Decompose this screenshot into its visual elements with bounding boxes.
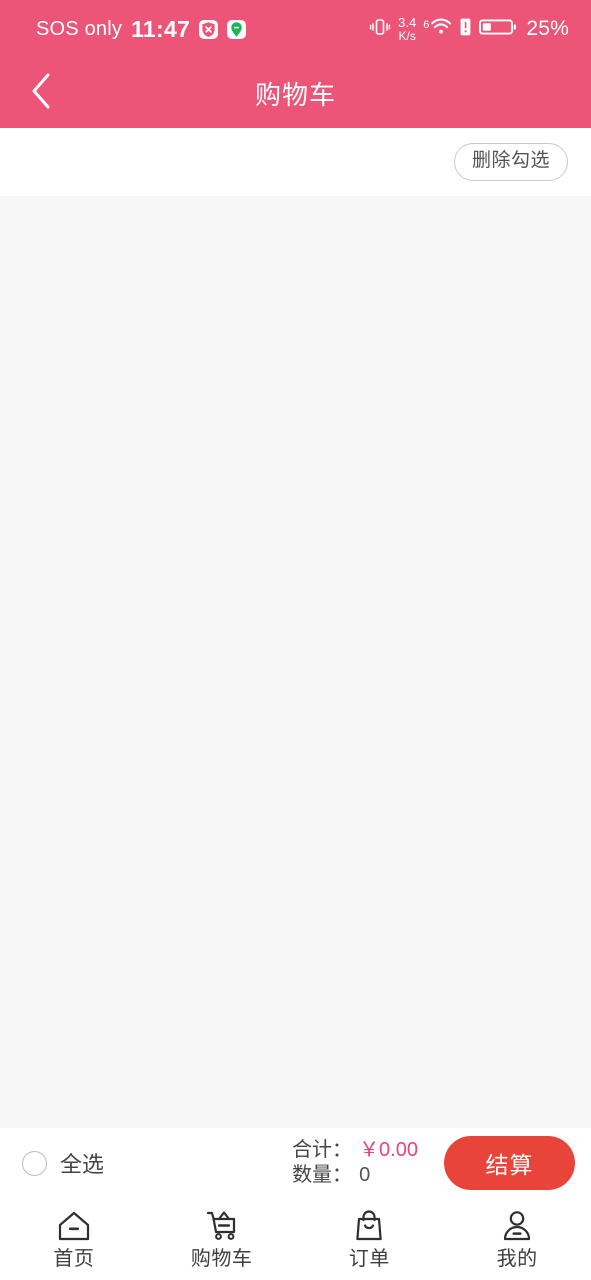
cart-toolbar: 删除勾选 [0,128,591,196]
bag-icon [351,1209,387,1243]
wifi-icon [430,18,452,41]
network-speed-indicator: 3.4 K/s [398,15,417,43]
shield-x-icon [199,19,219,39]
carrier-label: SOS only [36,17,123,40]
status-clock: 11:47 [131,15,191,42]
select-all-checkbox[interactable] [22,1150,47,1176]
chevron-left-icon [28,71,54,116]
network-speed-value: 3.4 [398,15,417,31]
signal-alert-icon [459,17,472,42]
total-value: ￥0.00 [359,1139,418,1161]
battery-icon [479,17,517,42]
status-bar-left: SOS only 11:47 [36,15,247,43]
bottom-navigation: 首页 购物车 订单 我的 [0,1198,591,1280]
battery-percent-label: 25% [526,17,569,40]
network-speed-unit: K/s [398,28,416,43]
nav-item-orders[interactable]: 订单 [296,1198,444,1280]
nav-label-orders: 订单 [348,1248,390,1270]
wifi-generation-label: 6 [423,18,430,31]
totals-block: 合计： ￥0.00 数量： 0 [292,1138,418,1188]
nav-item-profile[interactable]: 我的 [443,1198,591,1280]
cart-icon [204,1209,240,1243]
location-pin-icon [227,19,247,39]
page-title: 购物车 [254,79,336,110]
cart-summary-bar: 全选 合计： ￥0.00 数量： 0 结算 [0,1128,591,1198]
quantity-label: 数量： [292,1164,353,1186]
wifi-indicator: 6 [423,18,452,41]
total-label: 合计： [292,1139,353,1161]
nav-label-cart: 购物车 [190,1248,253,1270]
person-icon [499,1209,535,1243]
delete-selected-button[interactable]: 删除勾选 [453,143,568,181]
status-bar-right: 3.4 K/s 6 25% [369,16,569,43]
select-all-control[interactable]: 全选 [22,1147,104,1179]
nav-item-cart[interactable]: 购物车 [148,1198,296,1280]
quantity-value: 0 [359,1164,371,1186]
select-all-label: 全选 [60,1152,105,1177]
total-quantity-row: 数量： 0 [292,1163,418,1188]
nav-item-home[interactable]: 首页 [0,1198,148,1280]
status-bar: SOS only 11:47 3.4 K/s 6 25% [0,0,591,58]
nav-label-home: 首页 [53,1248,95,1270]
app-header: 购物车 [0,58,591,128]
total-price-row: 合计： ￥0.00 [292,1138,418,1163]
nav-label-profile: 我的 [496,1248,538,1270]
vibrate-icon [369,16,391,43]
back-button[interactable] [16,68,66,118]
home-icon [56,1209,92,1243]
app-screen: SOS only 11:47 3.4 K/s 6 25% 购物车 删除勾选 全选… [0,0,591,1280]
cart-item-list [0,196,591,1128]
checkout-button[interactable]: 结算 [444,1136,575,1190]
